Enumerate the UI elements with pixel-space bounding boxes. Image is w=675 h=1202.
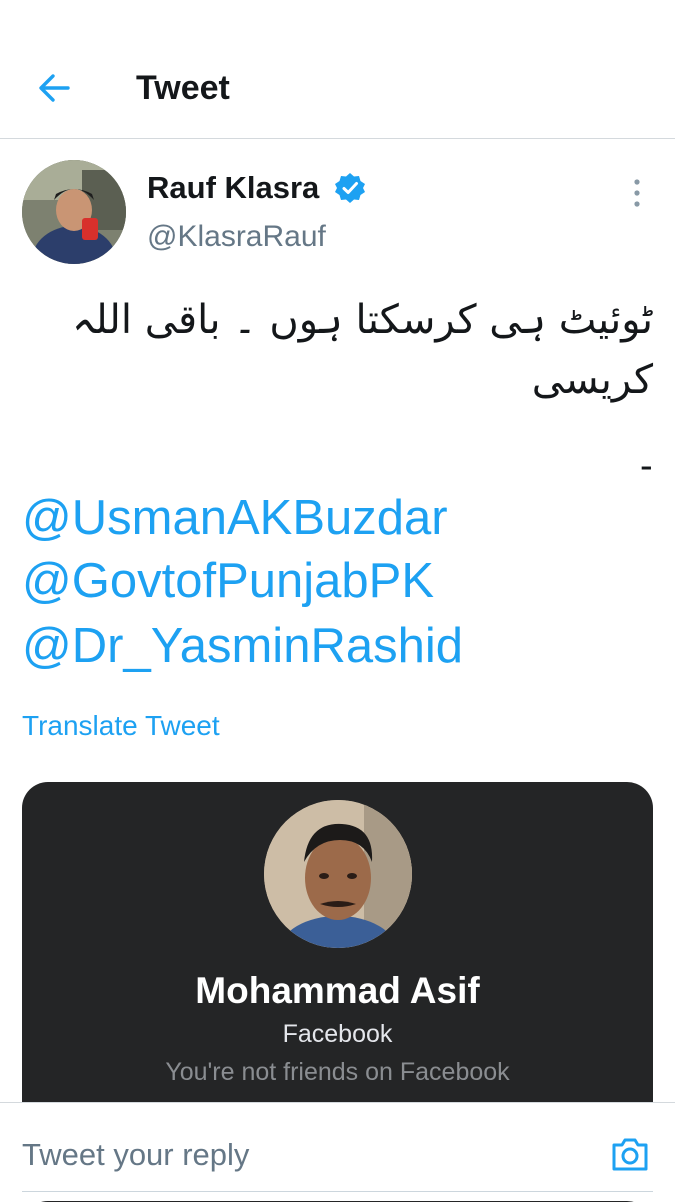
add-photo-button[interactable] [610, 1135, 650, 1173]
camera-icon [612, 1138, 648, 1171]
mention-link[interactable]: @UsmanAKBuzdar [22, 490, 448, 546]
back-button[interactable] [34, 68, 74, 108]
more-options-button[interactable] [624, 176, 650, 210]
mention-link[interactable]: @GovtofPunjabPK [22, 553, 434, 609]
reply-bar [0, 1102, 675, 1201]
author-handle[interactable]: @KlasraRauf [147, 220, 326, 254]
card-profile-name: Mohammad Asif [195, 970, 480, 1011]
translate-tweet-link[interactable]: Translate Tweet [22, 710, 220, 742]
tweet-text-line: کریسی [531, 357, 653, 403]
reply-input[interactable] [22, 1133, 582, 1177]
arrow-left-icon [39, 74, 70, 102]
top-bar: Tweet [0, 0, 675, 139]
profile-photo [264, 800, 412, 948]
tweet-text: ٹوئیٹ ہی کرسکتا ہوں ۔ باقی اللہ کریسی [23, 290, 653, 410]
divider [22, 1191, 653, 1192]
mention-link[interactable]: @Dr_YasminRashid [22, 618, 463, 674]
tweet-text-line: ٹوئیٹ ہی کرسکتا ہوں ۔ باقی اللہ [72, 297, 653, 343]
tweet-text-dash: - [640, 445, 653, 487]
verified-badge-icon [335, 173, 365, 203]
author-name[interactable]: Rauf Klasra [147, 170, 319, 206]
card-friend-status: You're not friends on Facebook [165, 1058, 510, 1086]
more-vertical-icon [634, 179, 640, 207]
page-title: Tweet [136, 69, 230, 107]
author-avatar[interactable] [22, 160, 126, 264]
card-source-label: Facebook [282, 1020, 393, 1048]
